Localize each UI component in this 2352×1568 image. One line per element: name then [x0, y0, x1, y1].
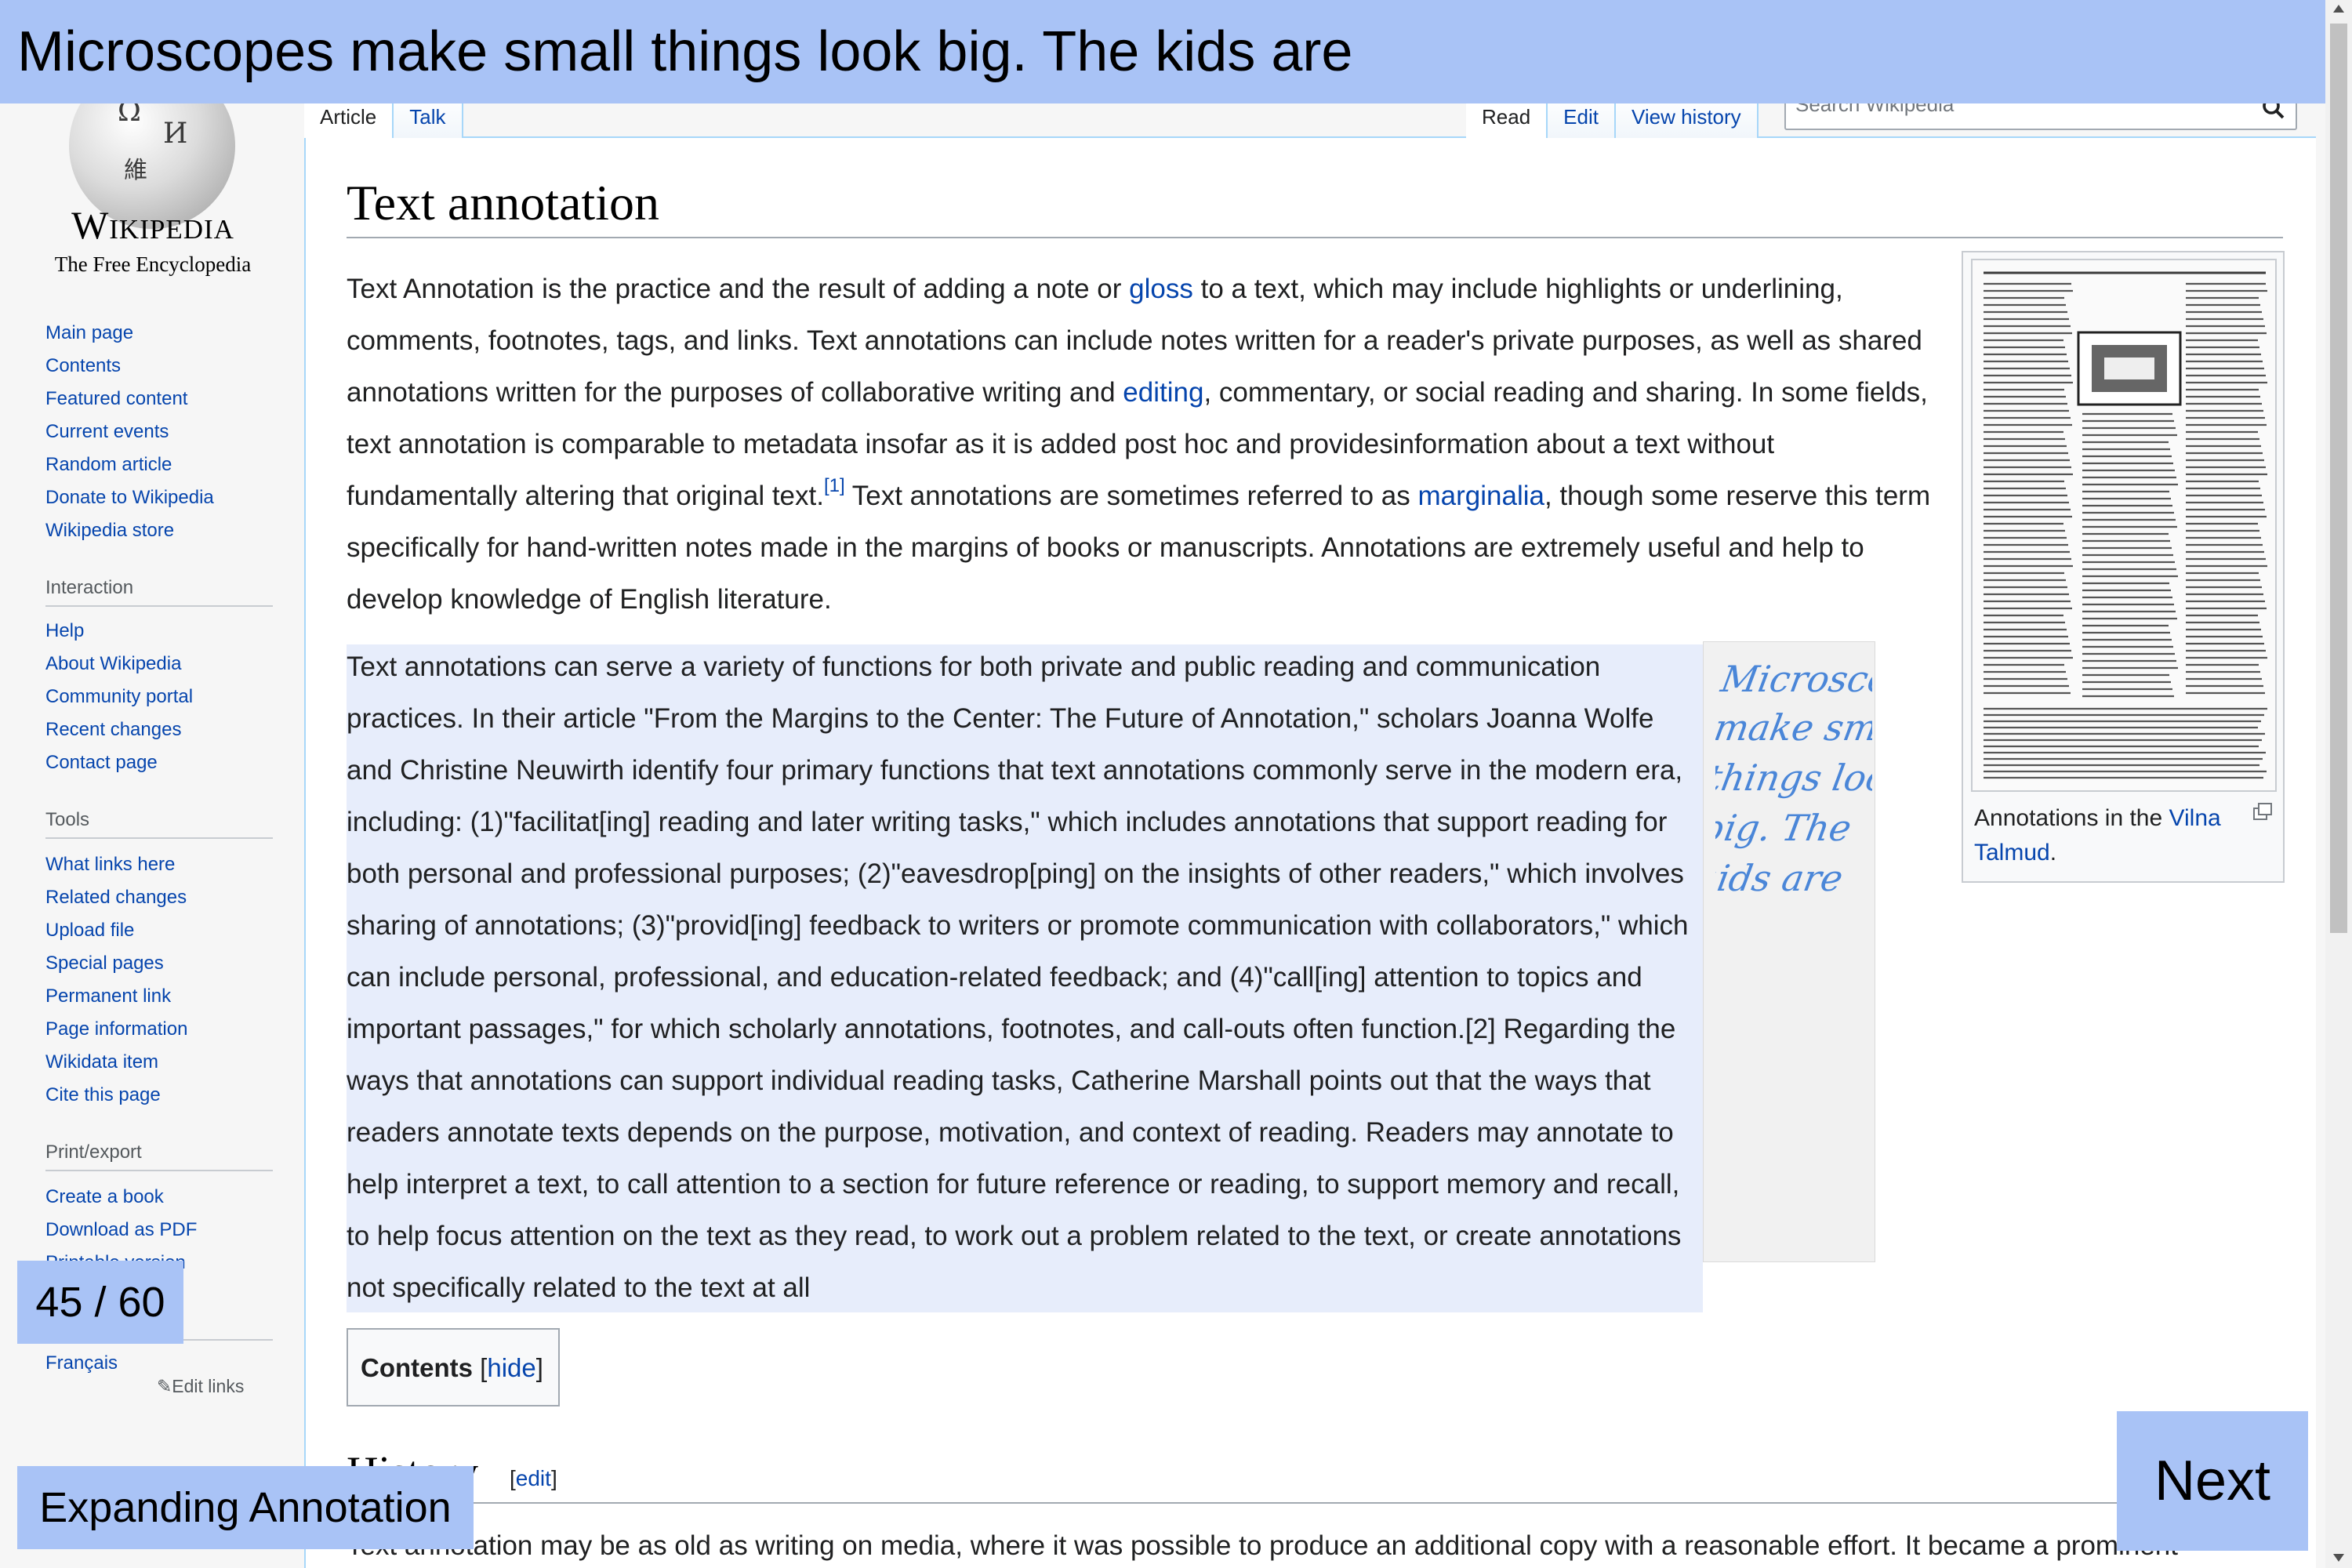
sidebar-item-community-portal[interactable]: Community portal — [45, 681, 193, 713]
thumbnail-caption: Annotations in the Vilna Talmud. — [1974, 801, 2272, 870]
sidebar-item-page-information[interactable]: Page information — [45, 1013, 187, 1046]
page-counter: 45 / 60 — [17, 1261, 183, 1344]
history-edit: [edit] — [510, 1466, 557, 1491]
intro-text-4: Text annotations are sometimes referred … — [844, 481, 1418, 511]
sidebar-heading-interaction: Interaction — [45, 577, 273, 607]
tagline: The Free Encyclopedia — [54, 252, 252, 276]
toc-bracket-right: ] — [535, 1353, 543, 1382]
edit-links[interactable]: ✎Edit links — [157, 1376, 244, 1397]
handwritten-annotation: Microscopes make small things look big. … — [1715, 658, 1872, 899]
intro-text-1: Text Annotation is the practice and the … — [347, 274, 1130, 304]
sidebar-item-random-article[interactable]: Random article — [45, 448, 214, 481]
toc-title: Contents — [361, 1353, 473, 1382]
paragraph-intro: Text Annotation is the practice and the … — [347, 263, 1946, 626]
sidebar-item-special-pages[interactable]: Special pages — [45, 947, 187, 980]
wordmark: Wikipedia — [71, 203, 234, 247]
handnote-line-1: Microscopes — [1717, 658, 1872, 700]
scroll-up-arrow-icon[interactable] — [2333, 5, 2344, 13]
sidebar-item-contact[interactable]: Contact page — [45, 746, 193, 779]
sidebar-item-store[interactable]: Wikipedia store — [45, 514, 214, 547]
caption-end: . — [2049, 840, 2057, 866]
handnote-line-3: things look — [1715, 757, 1872, 799]
sidebar-tools: What links here Related changes Upload f… — [45, 848, 187, 1112]
expanding-annotation-button[interactable]: Expanding Annotation — [17, 1466, 474, 1549]
sidebar-item-download-pdf[interactable]: Download as PDF — [45, 1214, 197, 1247]
page-title: Text annotation — [347, 174, 2283, 238]
reference-1[interactable]: [1] — [824, 475, 845, 496]
sidebar-item-cite-page[interactable]: Cite this page — [45, 1079, 187, 1112]
handnote-line-4: big. The — [1715, 807, 1855, 849]
sidebar-heading-print-export: Print/export — [45, 1142, 273, 1171]
toc-bracket-left: [ — [480, 1353, 488, 1382]
sidebar-item-related-changes[interactable]: Related changes — [45, 881, 187, 914]
sidebar-item-permanent-link[interactable]: Permanent link — [45, 980, 187, 1013]
edit-links-label: Edit links — [172, 1376, 245, 1396]
language-link-francais[interactable]: Français — [45, 1347, 118, 1380]
caption-text: Annotations in the — [1974, 805, 2169, 831]
next-button[interactable]: Next — [2117, 1411, 2308, 1551]
scroll-down-arrow-icon[interactable] — [2333, 1554, 2344, 1562]
sidebar-item-featured-content[interactable]: Featured content — [45, 383, 214, 416]
vertical-scrollbar[interactable] — [2325, 0, 2352, 1568]
sidebar-item-about[interactable]: About Wikipedia — [45, 648, 193, 681]
sidebar-item-upload-file[interactable]: Upload file — [45, 914, 187, 947]
handnote-line-5: kids are — [1715, 857, 1846, 899]
paragraph-functions[interactable]: Text annotations can serve a variety of … — [347, 641, 1700, 1314]
sidebar-item-contents[interactable]: Contents — [45, 350, 214, 383]
history-bracket-right: ] — [550, 1466, 557, 1490]
sidebar-item-create-book[interactable]: Create a book — [45, 1181, 197, 1214]
vilna-talmud-image[interactable] — [1971, 259, 2277, 792]
enlarge-icon[interactable] — [2253, 803, 2272, 820]
history-paragraph: Text annotation may be as old as writing… — [347, 1530, 2178, 1561]
table-of-contents: Contents [hide] — [347, 1328, 560, 1406]
handnote-line-2: make small — [1715, 706, 1872, 749]
section-history: History [edit] — [347, 1447, 2283, 1504]
link-editing[interactable]: editing — [1123, 377, 1203, 408]
image-thumbnail: Annotations in the Vilna Talmud. — [1962, 251, 2285, 883]
sidebar-heading-tools: Tools — [45, 809, 273, 839]
sidebar-item-current-events[interactable]: Current events — [45, 416, 214, 448]
sidebar-item-donate[interactable]: Donate to Wikipedia — [45, 481, 214, 514]
pencil-icon: ✎ — [157, 1376, 172, 1396]
sidebar-item-main-page[interactable]: Main page — [45, 317, 214, 350]
sidebar-navigation: Main page Contents Featured content Curr… — [45, 317, 214, 547]
scrollbar-thumb[interactable] — [2330, 24, 2347, 933]
sidebar-interaction: Help About Wikipedia Community portal Re… — [45, 615, 193, 779]
history-bracket-left: [ — [510, 1466, 516, 1490]
link-gloss[interactable]: gloss — [1129, 274, 1193, 304]
history-edit-link[interactable]: edit — [516, 1466, 551, 1490]
annotation-banner: Microscopes make small things look big. … — [0, 0, 2325, 103]
sidebar-item-what-links-here[interactable]: What links here — [45, 848, 187, 881]
sidebar-item-wikidata-item[interactable]: Wikidata item — [45, 1046, 187, 1079]
link-marginalia[interactable]: marginalia — [1418, 481, 1544, 511]
sidebar-item-help[interactable]: Help — [45, 615, 193, 648]
toc-hide-link[interactable]: hide — [487, 1353, 535, 1382]
sidebar-languages: Français — [45, 1347, 118, 1380]
sidebar-item-recent-changes[interactable]: Recent changes — [45, 713, 193, 746]
